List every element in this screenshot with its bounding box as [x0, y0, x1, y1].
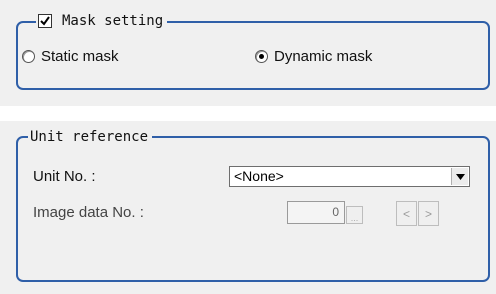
mask-setting-title: Mask setting — [62, 13, 164, 29]
image-data-no-label: Image data No. : — [33, 204, 144, 221]
mask-setting-legend: Mask setting — [36, 13, 168, 29]
dropdown-arrow-icon[interactable] — [451, 168, 468, 185]
unit-no-select[interactable]: <None> — [229, 166, 470, 187]
image-data-browse-button[interactable]: ... — [346, 206, 363, 224]
static-mask-label: Static mask — [41, 48, 119, 65]
next-label: > — [424, 206, 432, 221]
dynamic-mask-radio[interactable] — [255, 50, 268, 63]
unit-reference-title: Unit reference — [28, 129, 153, 145]
unit-no-value: <None> — [234, 168, 284, 184]
image-data-no-value: 0 — [332, 205, 339, 219]
radio-selected-dot — [259, 54, 264, 59]
static-mask-option[interactable]: Static mask — [22, 48, 119, 65]
prev-button[interactable]: < — [396, 201, 417, 226]
image-data-no-field[interactable]: 0 — [287, 201, 345, 224]
static-mask-radio[interactable] — [22, 50, 35, 63]
browse-ellipsis-label: ... — [350, 213, 359, 223]
next-button[interactable]: > — [418, 201, 439, 226]
unit-no-label: Unit No. : — [33, 168, 96, 185]
dynamic-mask-label: Dynamic mask — [274, 48, 373, 65]
mask-setting-panel: Mask setting Static mask Dynamic mask — [0, 0, 496, 106]
dynamic-mask-option[interactable]: Dynamic mask — [255, 48, 372, 65]
mask-setting-checkbox[interactable] — [38, 14, 52, 28]
checkmark-icon — [40, 16, 50, 26]
prev-label: < — [402, 206, 410, 221]
